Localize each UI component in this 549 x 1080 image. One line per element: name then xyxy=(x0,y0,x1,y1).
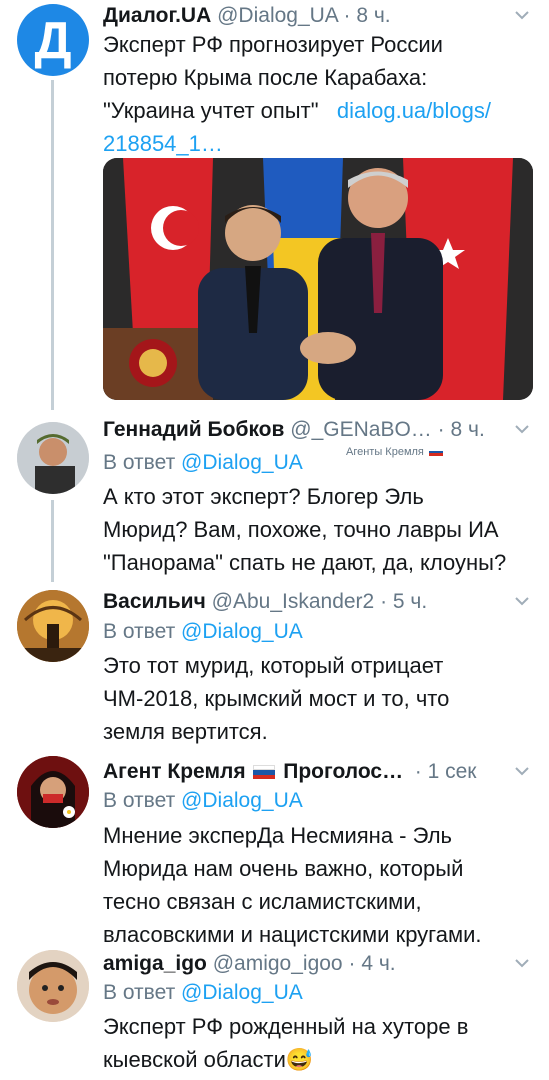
thread-line xyxy=(51,80,54,410)
avatar-photo-icon xyxy=(17,590,89,662)
author-name-cont[interactable]: Проголос… xyxy=(283,760,403,783)
author-name[interactable]: Геннадий Бобков xyxy=(103,418,284,441)
avatar-photo-icon xyxy=(17,422,89,494)
reply-context: В ответ @Dialog_UA xyxy=(103,620,303,643)
timestamp[interactable]: 8 ч. xyxy=(450,418,484,441)
tweet-text: А кто этот эксперт? Блогер Эль Мюрид? Ва… xyxy=(103,484,507,575)
article-link-cont[interactable]: 218854_1… xyxy=(103,127,533,160)
russia-flag-icon xyxy=(253,765,276,780)
tweet-reply[interactable]: Васильич @Abu_Iskander2 · 5 ч. В ответ @… xyxy=(0,582,549,752)
reply-mention[interactable]: @Dialog_UA xyxy=(181,620,303,643)
reply-mention[interactable]: @Dialog_UA xyxy=(181,451,303,474)
chevron-down-icon[interactable] xyxy=(513,762,531,780)
emoji-sweat-smile: 😅 xyxy=(285,1047,314,1072)
author-name[interactable]: Диалог.UA xyxy=(103,4,211,27)
tweet-reply[interactable]: amiga_igo @amigo_igoo · 4 ч. В ответ @Di… xyxy=(0,946,549,1080)
avatar-photo-icon xyxy=(17,756,89,828)
avatar[interactable] xyxy=(17,950,89,1022)
timestamp[interactable]: 1 сек xyxy=(428,760,477,783)
chevron-down-icon[interactable] xyxy=(513,6,531,24)
author-name[interactable]: amiga_igo xyxy=(103,952,207,975)
user-badge: Агенты Кремля xyxy=(346,446,445,458)
tweet-reply[interactable]: Геннадий Бобков @_GENaBO… · 8 ч. Агенты … xyxy=(0,412,549,582)
timestamp[interactable]: 5 ч. xyxy=(393,590,427,613)
author-handle[interactable]: @_GENaBO… xyxy=(290,418,432,441)
chevron-down-icon[interactable] xyxy=(513,420,531,438)
reply-mention[interactable]: @Dialog_UA xyxy=(181,789,303,812)
timestamp[interactable]: 8 ч. xyxy=(356,4,390,27)
tweet-text: Эксперт РФ рожденный на хуторе в кыевско… xyxy=(103,1014,469,1072)
thread-line xyxy=(51,500,54,582)
photo-image xyxy=(103,158,533,400)
tweet-photo[interactable] xyxy=(103,158,533,400)
article-link[interactable]: dialog.ua/blogs/ xyxy=(337,98,491,123)
chevron-down-icon[interactable] xyxy=(513,592,531,610)
avatar-logo-icon: Д xyxy=(34,12,71,70)
avatar[interactable] xyxy=(17,756,89,828)
reply-mention[interactable]: @Dialog_UA xyxy=(181,981,303,1004)
avatar[interactable] xyxy=(17,590,89,662)
tweet-text: Мнение эксперДа Несмияна - Эль Мюрида на… xyxy=(103,823,482,947)
reply-context: В ответ @Dialog_UA xyxy=(103,789,303,812)
author-handle[interactable]: @Abu_Iskander2 xyxy=(212,590,375,613)
svg-text:Д: Д xyxy=(34,12,71,70)
author-name[interactable]: Агент Кремля xyxy=(103,760,246,783)
avatar[interactable] xyxy=(17,422,89,494)
avatar-photo-icon xyxy=(17,950,89,1022)
reply-context: В ответ @Dialog_UA xyxy=(103,451,303,474)
tweet-reply[interactable]: Агент Кремля Проголос… · 1 сек В ответ @… xyxy=(0,752,549,948)
tweet-dialog-ua[interactable]: Д Диалог.UA @Dialog_UA · 8 ч. Эксперт РФ… xyxy=(0,0,549,410)
author-name[interactable]: Васильич xyxy=(103,590,206,613)
tweet-text: Это тот мурид, который отрицает ЧМ-2018,… xyxy=(103,653,450,744)
reply-context: В ответ @Dialog_UA xyxy=(103,981,303,1004)
author-handle[interactable]: @amigo_igoo xyxy=(213,952,343,975)
tweet-text: Эксперт РФ прогнозирует России потерю Кр… xyxy=(103,28,533,160)
chevron-down-icon[interactable] xyxy=(513,954,531,972)
author-handle[interactable]: @Dialog_UA xyxy=(217,4,338,27)
timestamp[interactable]: 4 ч. xyxy=(361,952,395,975)
avatar[interactable]: Д xyxy=(17,4,89,76)
